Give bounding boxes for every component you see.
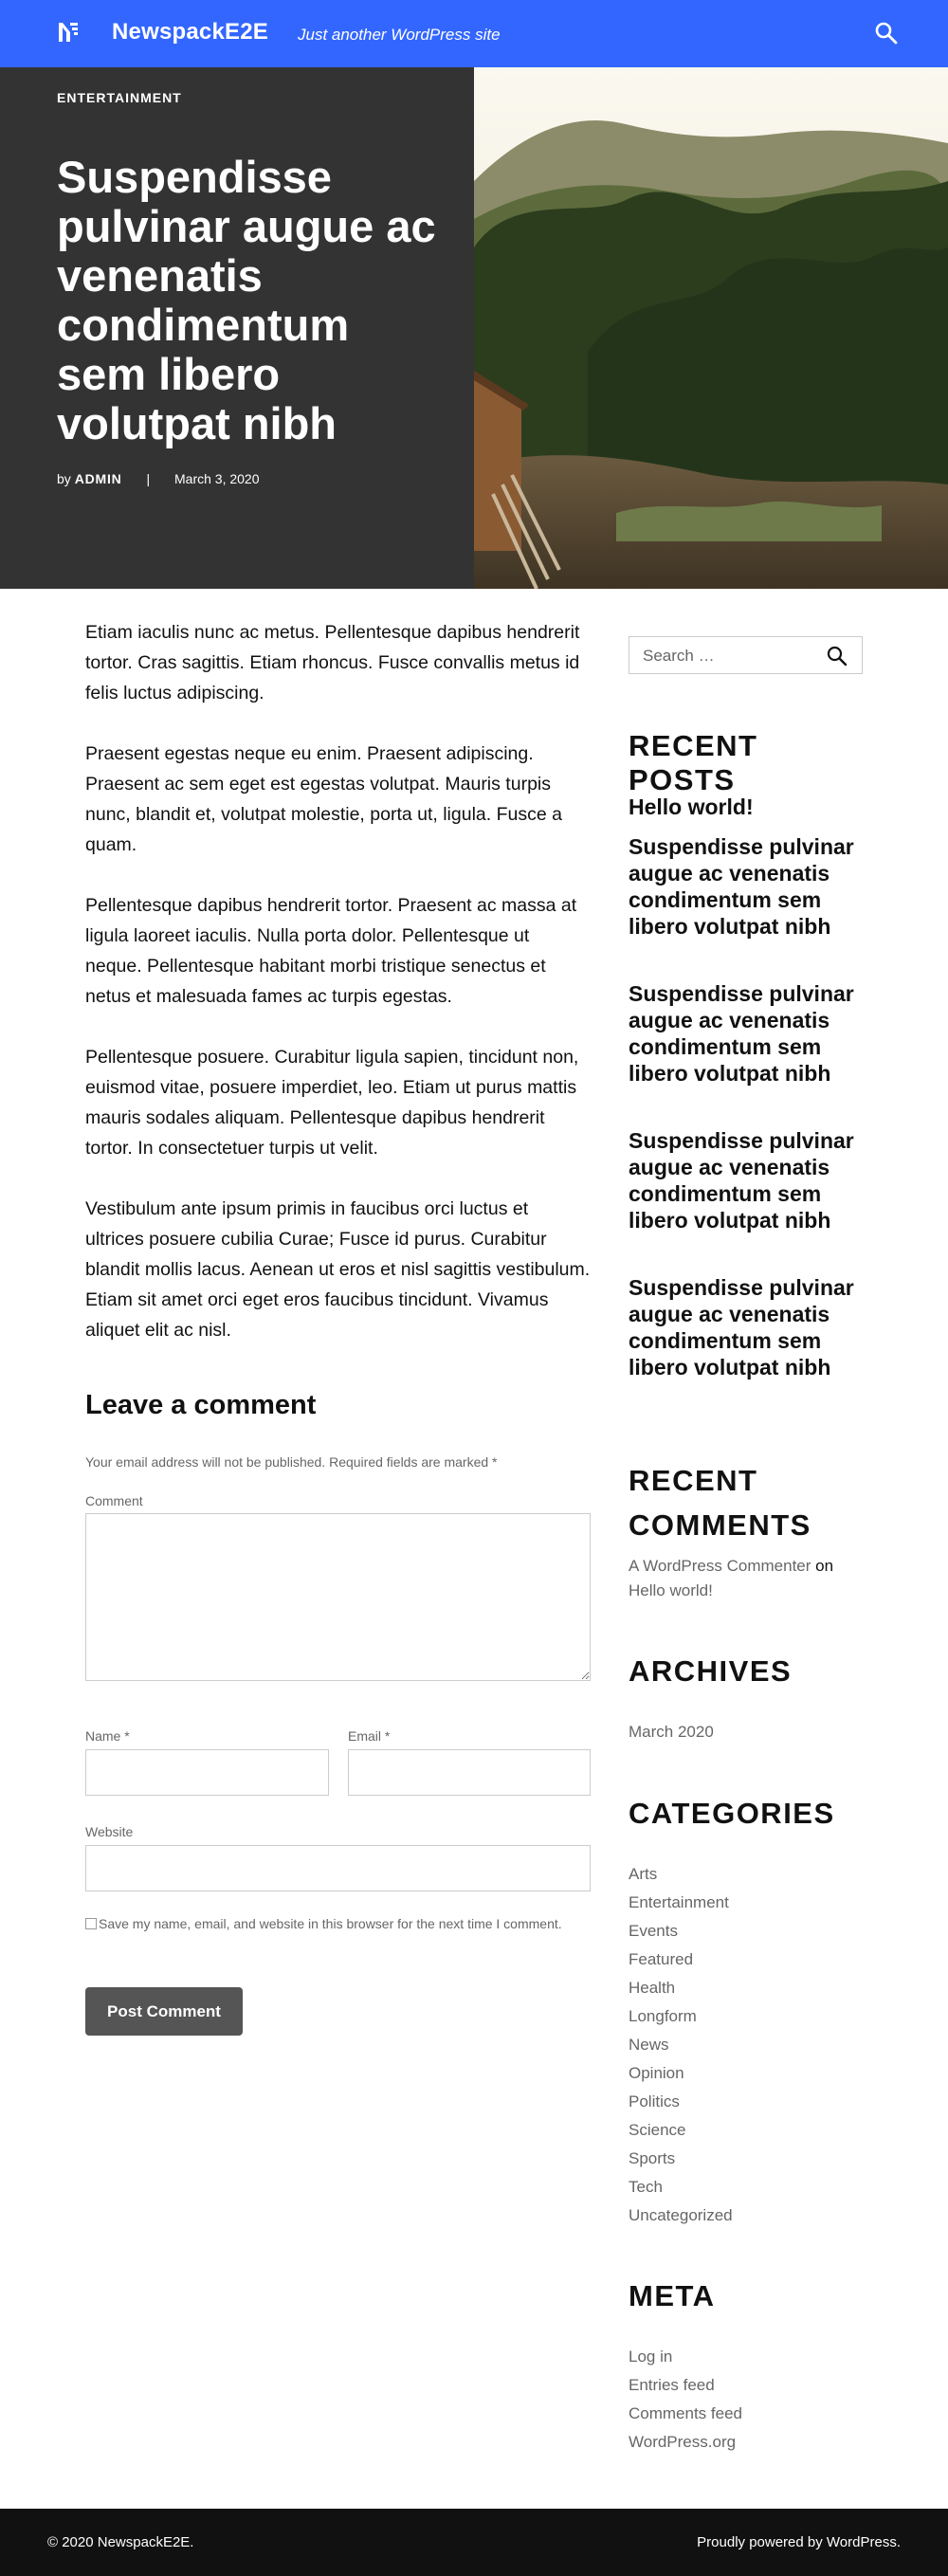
- footer-copyright: © 2020 NewspackE2E.: [47, 2534, 194, 2550]
- website-label: Website: [85, 1824, 134, 1839]
- recent-comment-item: A WordPress Commenter on Hello world!: [629, 1554, 863, 1603]
- category-link[interactable]: Tech: [629, 2178, 663, 2197]
- hero-text-panel: ENTERTAINMENT Suspendisse pulvinar augue…: [0, 67, 474, 589]
- category-link[interactable]: Sports: [629, 2149, 675, 2168]
- recent-posts-title: RECENT POSTS: [629, 729, 758, 796]
- sidebar-search-input[interactable]: Search …: [629, 636, 863, 674]
- post-comment-button[interactable]: Post Comment: [85, 1987, 243, 2036]
- meta-link[interactable]: Comments feed: [629, 2404, 742, 2423]
- powered-by-link[interactable]: Proudly powered by WordPress.: [697, 2534, 901, 2550]
- recent-post-link[interactable]: Suspendisse pulvinar augue ac venenatis …: [629, 980, 863, 1087]
- post-paragraph: Vestibulum ante ipsum primis in faucibus…: [85, 1198, 591, 1341]
- meta-title: META: [629, 2279, 716, 2312]
- recent-post-link[interactable]: Suspendisse pulvinar augue ac venenatis …: [629, 1127, 863, 1233]
- category-link[interactable]: Uncategorized: [629, 2206, 733, 2225]
- site-header: NewspackE2E Just another WordPress site: [0, 0, 948, 67]
- category-link[interactable]: Arts: [629, 1865, 657, 1884]
- category-link[interactable]: Events: [629, 1922, 678, 1941]
- category-link[interactable]: Health: [629, 1979, 675, 1998]
- comment-author-link[interactable]: A WordPress Commenter: [629, 1557, 811, 1575]
- recent-post-link[interactable]: Hello world!: [629, 794, 863, 820]
- search-icon[interactable]: [826, 645, 848, 667]
- post-title: Suspendisse pulvinar augue ac venenatis …: [57, 152, 436, 448]
- comment-post-link[interactable]: Hello world!: [629, 1581, 713, 1599]
- save-info-label: Save my name, email, and website in this…: [99, 1916, 562, 1931]
- recent-post-link[interactable]: Suspendisse pulvinar augue ac venenatis …: [629, 1274, 863, 1380]
- archive-link[interactable]: March 2020: [629, 1723, 714, 1742]
- meta-link[interactable]: Log in: [629, 2348, 672, 2366]
- post-paragraph: Etiam iaculis nunc ac metus. Pellentesqu…: [85, 622, 580, 703]
- comment-label: Comment: [85, 1493, 143, 1508]
- name-label: Name *: [85, 1728, 130, 1744]
- post-content: Etiam iaculis nunc ac metus. Pellentesqu…: [85, 617, 591, 1376]
- site-title[interactable]: NewspackE2E: [112, 19, 268, 46]
- search-icon[interactable]: [874, 21, 899, 46]
- comment-form-title: Leave a comment: [85, 1390, 317, 1420]
- post-paragraph: Praesent egestas neque eu enim. Praesent…: [85, 743, 562, 855]
- content-area: Etiam iaculis nunc ac metus. Pellentesqu…: [0, 589, 948, 2510]
- post-hero: ENTERTAINMENT Suspendisse pulvinar augue…: [0, 67, 948, 589]
- categories-title: CATEGORIES: [629, 1797, 835, 1830]
- meta-link[interactable]: Entries feed: [629, 2376, 715, 2395]
- byline-prefix: by: [57, 471, 71, 486]
- comment-on-text: on: [815, 1557, 834, 1575]
- post-paragraph: Pellentesque dapibus hendrerit tortor. P…: [85, 895, 577, 1007]
- category-link[interactable]: Featured: [629, 1950, 693, 1969]
- recent-post-link[interactable]: Suspendisse pulvinar augue ac venenatis …: [629, 833, 863, 940]
- comment-textarea[interactable]: [85, 1513, 591, 1681]
- name-field[interactable]: [85, 1749, 329, 1796]
- recent-comments-title: RECENT COMMENTS: [629, 1464, 811, 1542]
- category-link[interactable]: Opinion: [629, 2064, 684, 2083]
- comment-note: Your email address will not be published…: [85, 1454, 498, 1470]
- post-paragraph: Pellentesque posuere. Curabitur ligula s…: [85, 1047, 579, 1159]
- search-placeholder: Search …: [643, 647, 715, 665]
- archives-title: ARCHIVES: [629, 1654, 793, 1688]
- meta-link[interactable]: WordPress.org: [629, 2433, 736, 2452]
- save-info-checkbox[interactable]: [85, 1918, 97, 1929]
- author-link[interactable]: ADMIN: [75, 471, 122, 486]
- category-link[interactable]: Longform: [629, 2007, 697, 2026]
- category-link[interactable]: Entertainment: [629, 1893, 729, 1912]
- site-tagline: Just another WordPress site: [298, 26, 501, 44]
- category-link[interactable]: Politics: [629, 2092, 680, 2111]
- save-info-row: Save my name, email, and website in this…: [85, 1909, 591, 1939]
- website-field[interactable]: [85, 1845, 591, 1891]
- email-label: Email *: [348, 1728, 391, 1744]
- site-logo-icon[interactable]: [57, 21, 80, 44]
- category-link[interactable]: Science: [629, 2121, 685, 2140]
- email-field[interactable]: [348, 1749, 591, 1796]
- featured-image: [474, 67, 948, 589]
- post-date: March 3, 2020: [174, 471, 260, 486]
- meta-separator: |: [146, 471, 151, 486]
- category-link[interactable]: News: [629, 2036, 669, 2055]
- post-meta: by ADMIN | March 3, 2020: [57, 471, 260, 486]
- site-footer: © 2020 NewspackE2E. Proudly powered by W…: [0, 2509, 948, 2576]
- post-category-link[interactable]: ENTERTAINMENT: [57, 90, 182, 105]
